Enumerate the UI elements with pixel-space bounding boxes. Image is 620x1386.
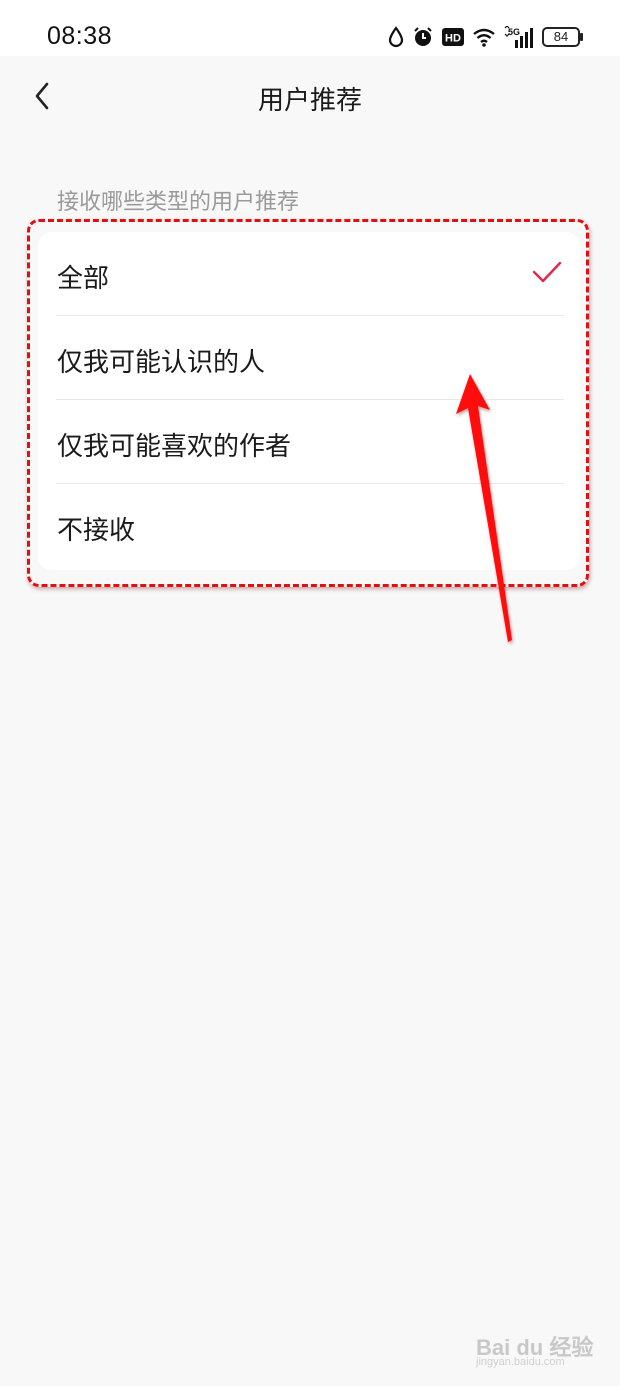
annotation-arrow — [440, 370, 530, 654]
option-label: 不接收 — [57, 516, 136, 546]
battery-indicator: 84 — [542, 27, 583, 47]
svg-text:5G: 5G — [508, 27, 520, 37]
alarm-icon — [412, 26, 434, 48]
status-time: 08:38 — [47, 22, 113, 50]
svg-text:HD: HD — [445, 33, 461, 45]
water-drop-icon — [388, 26, 404, 48]
header: 用户推荐 — [0, 56, 620, 140]
wifi-icon — [472, 27, 496, 47]
status-icons: HD 5G 84 — [388, 22, 583, 52]
page-title: 用户推荐 — [257, 86, 362, 116]
watermark-url: jingyan.baidu.com — [476, 1356, 565, 1368]
option-label: 仅我可能喜欢的作者 — [57, 432, 292, 462]
option-label: 仅我可能认识的人 — [57, 348, 266, 378]
hd-icon: HD — [442, 28, 464, 46]
option-all[interactable]: 全部 — [38, 232, 580, 316]
status-bar: 08:38 HD 5G 84 — [0, 0, 620, 56]
option-label: 全部 — [57, 264, 110, 294]
section-label: 接收哪些类型的用户推荐 — [57, 190, 300, 215]
check-icon — [532, 260, 562, 288]
5g-signal-icon: 5G — [504, 26, 534, 48]
